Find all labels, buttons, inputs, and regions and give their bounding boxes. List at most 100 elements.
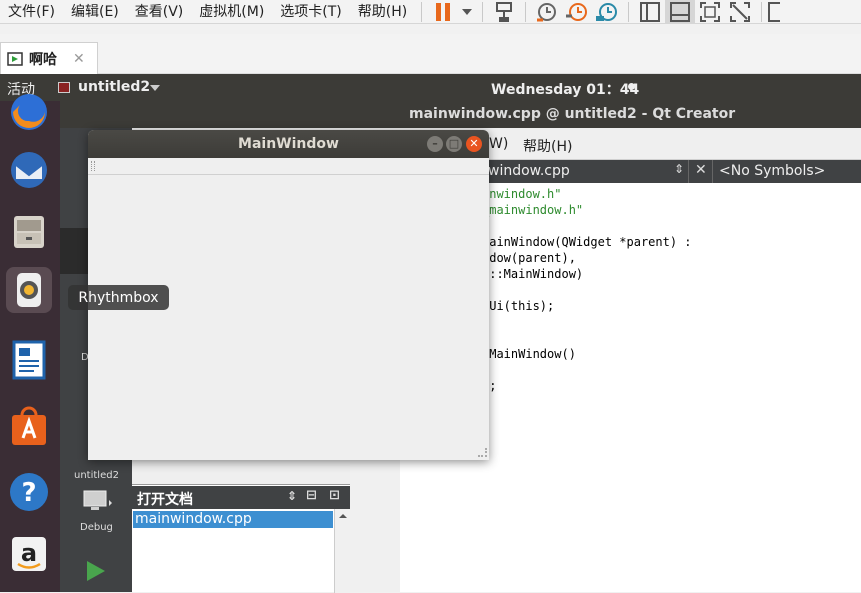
send-keys-button[interactable] xyxy=(489,0,519,24)
code-line: i::MainWindow) xyxy=(482,267,584,281)
rhythmbox-icon xyxy=(17,273,41,307)
maximize-icon: □ xyxy=(448,137,460,150)
dock-tooltip: Rhythmbox xyxy=(68,285,169,310)
minimize-button[interactable]: – xyxy=(427,136,443,152)
code-line: inwindow.h" xyxy=(482,187,562,201)
updown-icon[interactable]: ⇕ xyxy=(674,162,684,176)
mainwindow-menubar xyxy=(88,158,489,175)
menu-tabs[interactable]: 选项卡(T) xyxy=(272,0,349,24)
mainwindow-titlebar[interactable]: MainWindow – □ ✕ xyxy=(88,130,489,158)
code-line: pUi(this); xyxy=(482,299,555,313)
sort-updown-icon[interactable]: ⇕ xyxy=(287,489,297,503)
size-grip-icon[interactable] xyxy=(478,448,487,457)
mainwindow-central-widget xyxy=(88,176,489,460)
vmware-menubar: 文件(F) 编辑(E) 查看(V) 虚拟机(M) 选项卡(T) 帮助(H) xyxy=(0,0,861,24)
pause-icon xyxy=(436,2,451,21)
project-label: untitled2 xyxy=(74,470,119,481)
close-icon: ✕ xyxy=(469,137,479,150)
fullscreen-icon xyxy=(700,1,721,22)
vm-running-icon xyxy=(7,51,23,66)
unity-mode-icon xyxy=(730,1,751,22)
snapshot-manager-icon xyxy=(596,2,618,21)
dock-software[interactable] xyxy=(6,403,52,449)
split-add-icon[interactable]: ⊟ xyxy=(306,488,317,503)
dock-writer[interactable] xyxy=(6,337,52,383)
pause-dropdown-button[interactable] xyxy=(458,0,476,24)
console-layout-icon xyxy=(670,1,691,22)
maximize-button[interactable]: □ xyxy=(446,136,462,152)
toolbar-separator xyxy=(421,1,423,22)
code-line: _mainwindow.h" xyxy=(482,203,584,217)
symbols-selector[interactable]: <No Symbols> xyxy=(719,163,825,179)
toolbar-separator xyxy=(761,1,763,22)
toolbar-separator xyxy=(482,1,484,22)
run-icon xyxy=(87,561,105,581)
close-panel-icon[interactable]: ⊡ xyxy=(329,488,340,503)
dock-help[interactable]: ? xyxy=(6,469,52,515)
snapshot-button[interactable] xyxy=(532,0,562,24)
dock-thunderbird[interactable] xyxy=(6,147,52,193)
vm-tab[interactable]: 啊哈 ✕ xyxy=(0,42,98,74)
toolbar-separator xyxy=(525,1,527,22)
files-icon xyxy=(14,216,44,248)
console-view-button[interactable] xyxy=(665,0,696,24)
mainwindow-title: MainWindow xyxy=(238,136,339,152)
firefox-icon xyxy=(11,94,47,130)
close-document-icon[interactable]: ✕ xyxy=(695,162,707,178)
window-title: mainwindow.cpp @ untitled2 - Qt Creator xyxy=(409,106,736,122)
vmware-tabstrip xyxy=(0,34,861,74)
menu-help[interactable]: 帮助(H) xyxy=(350,0,415,24)
minimize-icon: – xyxy=(432,137,438,150)
network-icon xyxy=(496,1,513,22)
close-tab-icon[interactable]: ✕ xyxy=(73,51,85,67)
pause-button[interactable] xyxy=(428,0,458,24)
revert-snapshot-icon xyxy=(566,2,588,21)
target-selector[interactable] xyxy=(82,490,112,518)
toolbar-separator xyxy=(628,1,630,22)
svg-text:a: a xyxy=(21,539,37,567)
monitor-icon xyxy=(83,490,112,510)
vm-tab-label: 啊哈 xyxy=(29,51,57,68)
dock-rhythmbox[interactable] xyxy=(6,267,52,313)
qt-menu-help[interactable]: 帮助(H) xyxy=(523,136,572,156)
help-icon: ? xyxy=(10,473,48,511)
view-icon xyxy=(768,1,781,22)
grip-handle-icon[interactable] xyxy=(91,161,95,171)
clock-snapshot-icon xyxy=(537,2,557,21)
app-menu-label[interactable]: untitled2 xyxy=(78,79,150,95)
open-documents-title: 打开文档 xyxy=(137,492,193,508)
snapshot-manager-button[interactable] xyxy=(592,0,622,24)
fullscreen-button[interactable] xyxy=(695,0,725,24)
qt-creator-titlebar: mainwindow.cpp @ untitled2 - Qt Creator xyxy=(0,101,861,128)
triangle-down-icon xyxy=(150,85,160,91)
open-documents-header: 打开文档 ⇕ ⊟ ⊡ xyxy=(132,486,350,509)
code-line: MainWindow(QWidget *parent) : xyxy=(482,235,692,249)
open-document-item[interactable]: mainwindow.cpp xyxy=(133,511,333,528)
software-center-icon xyxy=(12,406,46,445)
close-button[interactable]: ✕ xyxy=(466,136,482,152)
run-button[interactable] xyxy=(86,560,106,586)
document-selector[interactable]: window.cpp xyxy=(488,163,570,179)
sidebar-toggle-button[interactable] xyxy=(635,0,665,24)
open-docs-scrollbar[interactable] xyxy=(334,509,350,593)
dock-amazon[interactable]: a xyxy=(6,531,52,577)
build-config-label: Debug xyxy=(80,522,113,533)
menu-file[interactable]: 文件(F) xyxy=(0,0,63,24)
menu-edit[interactable]: 编辑(E) xyxy=(63,0,127,24)
scroll-up-icon xyxy=(339,514,347,518)
more-button[interactable] xyxy=(768,0,782,24)
menu-view[interactable]: 查看(V) xyxy=(127,0,192,24)
revert-snapshot-button[interactable] xyxy=(562,0,592,24)
notification-dot-icon xyxy=(628,83,635,90)
qt-menu-window[interactable]: W) xyxy=(489,136,508,152)
dock-firefox[interactable] xyxy=(6,89,52,135)
unity-button[interactable] xyxy=(725,0,755,24)
writer-icon xyxy=(12,340,46,380)
menu-vm[interactable]: 虚拟机(M) xyxy=(191,0,272,24)
toolbar-divider xyxy=(712,160,713,183)
svg-text:?: ? xyxy=(21,478,36,508)
dock-files[interactable] xyxy=(6,209,52,255)
code-line: ~MainWindow() xyxy=(482,347,576,361)
sidebar-layout-icon xyxy=(640,1,661,22)
clock[interactable]: Wednesday 01：44 xyxy=(491,79,639,99)
